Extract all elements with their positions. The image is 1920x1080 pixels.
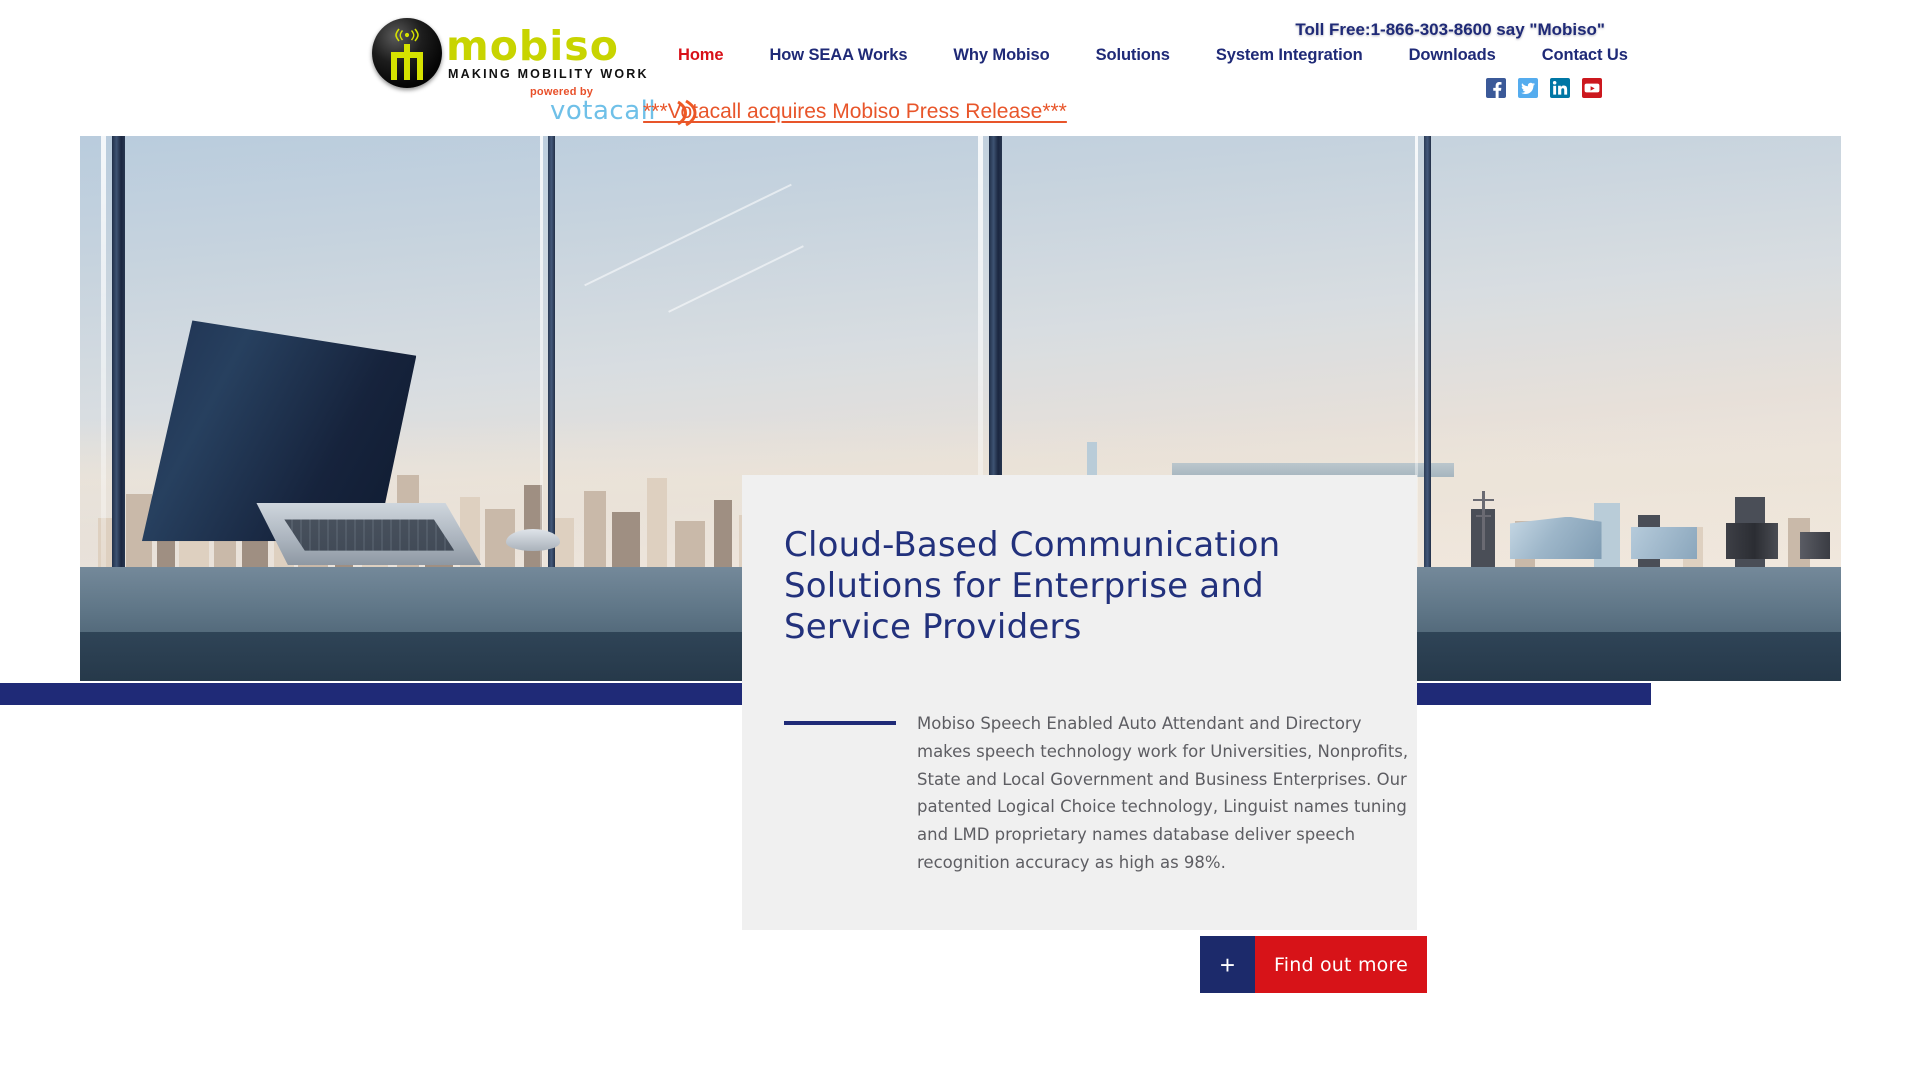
plus-icon[interactable]: +: [1200, 936, 1255, 993]
toll-free-number: Toll Free:1-866-303-8600 say "Mobiso": [1295, 20, 1605, 39]
tower-icon: [391, 44, 423, 80]
find-out-more-label[interactable]: Find out more: [1255, 936, 1427, 993]
find-out-more-button[interactable]: + Find out more: [1200, 936, 1427, 993]
mouse: [506, 528, 561, 551]
nav-item-contact-us[interactable]: Contact Us: [1519, 44, 1651, 66]
nav-item-home[interactable]: Home: [655, 44, 746, 66]
linkedin-icon[interactable]: [1550, 78, 1570, 98]
social-links: [1486, 78, 1602, 98]
twitter-icon[interactable]: [1518, 78, 1538, 98]
site-header: mobiso MAKING MOBILITY WORK powered by v…: [0, 0, 1920, 136]
dark-tower-secondary: [1800, 531, 1831, 560]
nav-item-how-seaa-works[interactable]: How SEAA Works: [746, 44, 930, 66]
antenna-waves-icon: [395, 28, 419, 42]
logo-wordmark: mobiso: [446, 22, 619, 70]
laptop: [136, 320, 561, 594]
nav-item-why-mobiso[interactable]: Why Mobiso: [930, 44, 1072, 66]
facebook-icon[interactable]: [1486, 78, 1506, 98]
page-title: Cloud-Based Communication Solutions for …: [784, 525, 1281, 647]
youtube-icon[interactable]: [1582, 78, 1602, 98]
page-root: mobiso MAKING MOBILITY WORK powered by v…: [0, 0, 1920, 1080]
glass-tower: [1509, 516, 1602, 560]
press-release-link[interactable]: ***Votacall acquires Mobiso Press Releas…: [643, 100, 1067, 124]
mobiso-badge-icon: [372, 18, 442, 88]
window-glare: [101, 136, 107, 567]
hero-content-card: Cloud-Based Communication Solutions for …: [742, 475, 1417, 930]
window-mullion: [548, 136, 556, 567]
nav-item-downloads[interactable]: Downloads: [1386, 44, 1519, 66]
glass-tower-secondary: [1630, 527, 1697, 560]
laptop-keys: [284, 519, 455, 551]
hero-description: Mobiso Speech Enabled Auto Attendant and…: [917, 714, 1409, 872]
dark-tower: [1725, 522, 1778, 560]
logo-tagline: MAKING MOBILITY WORK: [448, 67, 649, 81]
window-mullion: [111, 136, 125, 567]
nav-item-system-integration[interactable]: System Integration: [1193, 44, 1386, 66]
nav-item-solutions[interactable]: Solutions: [1073, 44, 1193, 66]
title-rule: [784, 721, 896, 725]
announcement-bar: ***Votacall acquires Mobiso Press Releas…: [0, 100, 1920, 124]
window-mullion: [1423, 136, 1431, 567]
main-navigation: Home How SEAA Works Why Mobiso Solutions…: [655, 44, 1651, 66]
radio-mast: [1473, 490, 1495, 551]
window-glare: [539, 136, 543, 567]
